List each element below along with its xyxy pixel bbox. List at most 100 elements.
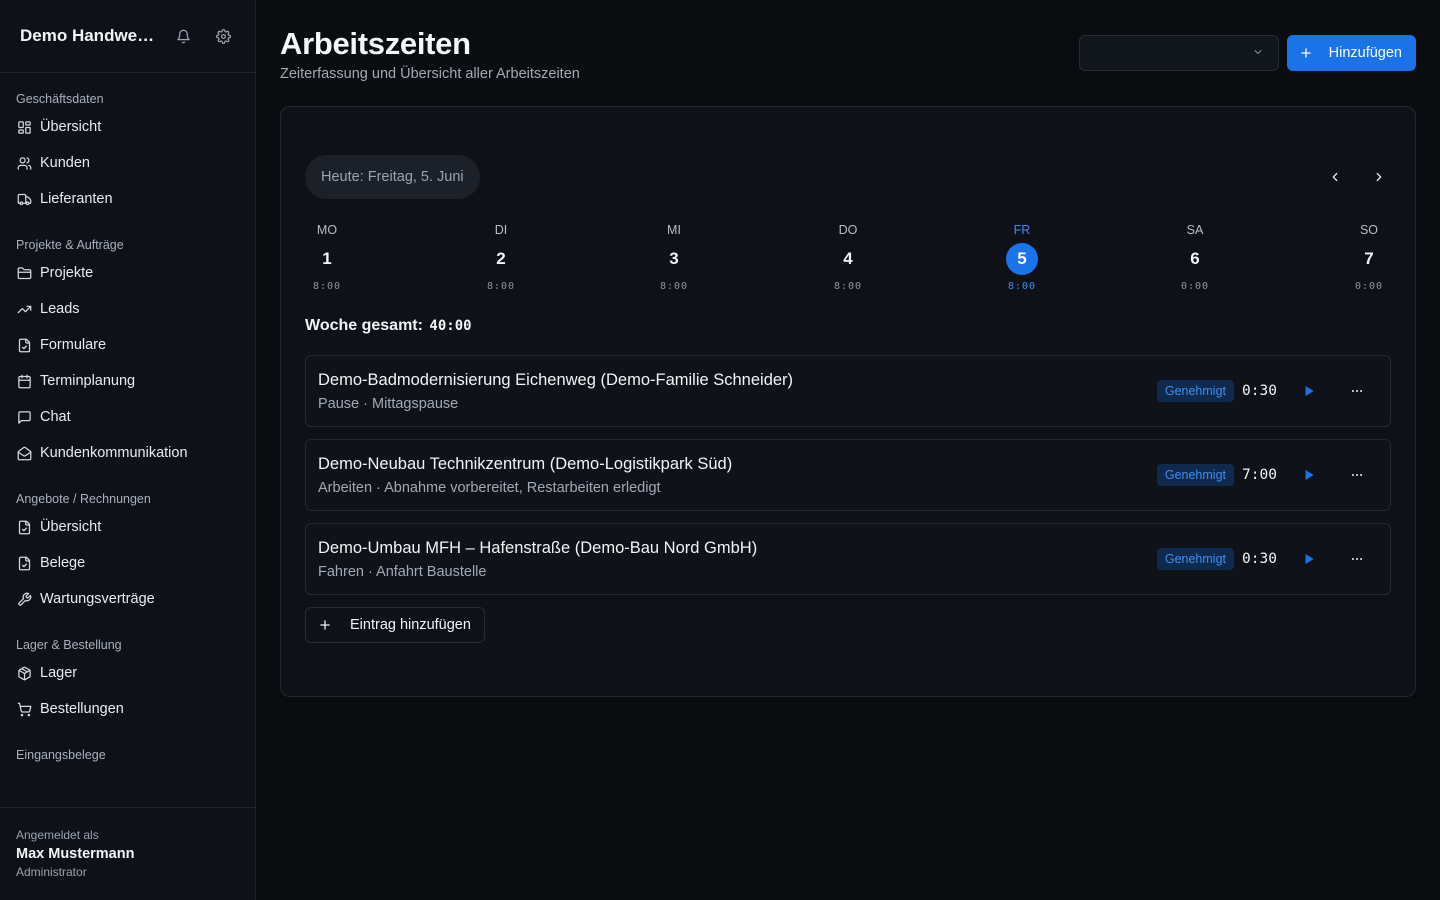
play-icon[interactable] bbox=[1297, 547, 1321, 571]
day-date: 2 bbox=[496, 249, 506, 268]
entry-detail: Fahren · Anfahrt Baustelle bbox=[318, 563, 487, 580]
page-title: Arbeitszeiten bbox=[280, 26, 471, 61]
day-mo[interactable]: MO 1 8:00 bbox=[297, 223, 357, 292]
day-hours: 8:00 bbox=[1007, 281, 1037, 292]
sidebar-group-lager-bestellung: Lager & Bestellung Lager Bestellungen bbox=[0, 635, 255, 727]
day-hours: 8:00 bbox=[312, 281, 342, 292]
day-hours: 0:00 bbox=[1354, 281, 1384, 292]
sidebar-nav: Geschäftsdaten Übersicht Kunden Lieferanten… bbox=[0, 73, 255, 807]
company-name[interactable]: Demo Handwerk GmbH bbox=[20, 26, 156, 46]
cart-icon bbox=[16, 701, 32, 717]
plus-icon bbox=[318, 618, 332, 632]
sidebar-item-lieferanten[interactable]: Lieferanten bbox=[0, 181, 255, 217]
day-so[interactable]: SO 7 0:00 bbox=[1339, 223, 1399, 292]
status-badge: Genehmigt bbox=[1156, 548, 1234, 570]
day-name: SO bbox=[1359, 223, 1379, 237]
sidebar-group-label: Eingangsbelege bbox=[16, 748, 106, 762]
day-hours: 8:00 bbox=[833, 281, 863, 292]
sidebar-item-projekte[interactable]: Projekte bbox=[0, 255, 255, 291]
folder-icon bbox=[16, 265, 32, 281]
file-icon bbox=[16, 519, 32, 535]
sidebar-item-label: Kundenkommunikation bbox=[40, 445, 188, 461]
employee-select[interactable] bbox=[1078, 35, 1279, 71]
day-sa[interactable]: SA 6 0:00 bbox=[1165, 223, 1225, 292]
add-entry-button[interactable]: Eintrag hinzufügen bbox=[305, 607, 485, 643]
sidebar-item-label: Lager bbox=[40, 665, 78, 681]
sidebar-item-label: Formulare bbox=[40, 337, 107, 353]
timesheet-card: Heute: Freitag, 5. Juni MO 1 8:00 DI 2 8:00 MI… bbox=[280, 106, 1416, 697]
day-date: 7 bbox=[1364, 249, 1374, 268]
day-mi[interactable]: MI 3 8:00 bbox=[644, 223, 704, 292]
sidebar-item-kunden[interactable]: Kunden bbox=[0, 145, 255, 181]
bell-icon[interactable] bbox=[172, 24, 195, 48]
sidebar-item-kundenkommunikation[interactable]: Kundenkommunikation bbox=[0, 435, 255, 471]
day-di[interactable]: DI 2 8:00 bbox=[471, 223, 531, 292]
sidebar-group-label: Angebote / Rechnungen bbox=[16, 492, 151, 506]
add-button[interactable]: Hinzufügen bbox=[1286, 35, 1416, 71]
sidebar-item-label: Leads bbox=[40, 301, 80, 317]
sidebar-item-leads[interactable]: Leads bbox=[0, 291, 255, 327]
sidebar-group-label: Lager & Bestellung bbox=[16, 638, 122, 652]
today-button[interactable]: Heute: Freitag, 5. Juni bbox=[305, 155, 480, 199]
truck-icon bbox=[16, 191, 32, 207]
package-icon bbox=[16, 665, 32, 681]
next-week-button[interactable] bbox=[1367, 165, 1391, 189]
dashboard-icon bbox=[16, 119, 32, 135]
more-icon[interactable] bbox=[1345, 379, 1369, 403]
play-icon[interactable] bbox=[1297, 463, 1321, 487]
entry-duration: 0:30 bbox=[1242, 383, 1277, 399]
sidebar-item-terminplanung[interactable]: Terminplanung bbox=[0, 363, 255, 399]
sidebar-item-label: Belege bbox=[40, 555, 86, 571]
time-entry[interactable]: Demo-Umbau MFH – Hafenstraße (Demo-Bau N… bbox=[305, 523, 1391, 595]
day-do[interactable]: DO 4 8:00 bbox=[818, 223, 878, 292]
chevron-right-icon bbox=[1376, 172, 1382, 182]
main-content: Arbeitszeiten Zeiterfassung und Übersich… bbox=[256, 0, 1440, 900]
file-icon bbox=[16, 337, 32, 353]
entry-list: Demo-Badmodernisierung Eichenweg (Demo-F… bbox=[305, 355, 1391, 595]
sidebar-item-label: Terminplanung bbox=[40, 373, 136, 389]
gear-icon[interactable] bbox=[212, 24, 235, 48]
sidebar-group-angebote-rechnungen: Angebote / Rechnungen Übersicht Belege Wart… bbox=[0, 489, 255, 617]
day-name: DO bbox=[838, 223, 858, 237]
day-fr[interactable]: FR 5 8:00 bbox=[992, 223, 1052, 292]
entry-detail: Arbeiten · Abnahme vorbereitet, Restarbe… bbox=[318, 479, 661, 496]
sidebar-item-formulare[interactable]: Formulare bbox=[0, 327, 255, 363]
sidebar-item-ubersicht[interactable]: Übersicht bbox=[0, 509, 255, 545]
sidebar-item-ubersicht[interactable]: Übersicht bbox=[0, 109, 255, 145]
chevron-down-icon bbox=[1252, 45, 1264, 61]
more-icon[interactable] bbox=[1345, 463, 1369, 487]
day-name: MO bbox=[316, 223, 338, 237]
sidebar-item-lager[interactable]: Lager bbox=[0, 655, 255, 691]
day-name: FR bbox=[1013, 223, 1031, 237]
sidebar-item-label: Projekte bbox=[40, 265, 94, 281]
chat-icon bbox=[16, 409, 32, 425]
plus-icon bbox=[1299, 46, 1313, 60]
sidebar-group-label: Projekte & Aufträge bbox=[16, 238, 124, 252]
time-entry[interactable]: Demo-Neubau Technikzentrum (Demo-Logisti… bbox=[305, 439, 1391, 511]
week-total-label: Woche gesamt: bbox=[305, 317, 423, 334]
status-badge: Genehmigt bbox=[1156, 464, 1234, 486]
day-date: 6 bbox=[1190, 249, 1200, 268]
mail-open-icon bbox=[16, 445, 32, 461]
entry-title: Demo-Neubau Technikzentrum (Demo-Logisti… bbox=[318, 454, 733, 473]
more-icon[interactable] bbox=[1345, 547, 1369, 571]
sidebar-item-bestellungen[interactable]: Bestellungen bbox=[0, 691, 255, 727]
sidebar-item-label: Bestellungen bbox=[40, 701, 124, 717]
sidebar-item-wartungsvertrage[interactable]: Wartungsverträge bbox=[0, 581, 255, 617]
day-hours: 8:00 bbox=[486, 281, 516, 292]
sidebar-group-projekte-auftrage: Projekte & Aufträge Projekte Leads Formular… bbox=[0, 235, 255, 471]
previous-week-button[interactable] bbox=[1323, 165, 1347, 189]
play-icon[interactable] bbox=[1297, 379, 1321, 403]
users-icon bbox=[16, 155, 32, 171]
sidebar-group-label: Geschäftsdaten bbox=[16, 92, 104, 106]
sidebar-item-label: Übersicht bbox=[40, 119, 102, 135]
sidebar-item-belege[interactable]: Belege bbox=[0, 545, 255, 581]
day-hours: 8:00 bbox=[659, 281, 689, 292]
sidebar-group-eingangsbelege: Eingangsbelege bbox=[0, 745, 255, 765]
entry-duration: 7:00 bbox=[1242, 467, 1277, 483]
day-date: 1 bbox=[322, 249, 332, 268]
time-entry[interactable]: Demo-Badmodernisierung Eichenweg (Demo-F… bbox=[305, 355, 1391, 427]
calendar-icon bbox=[16, 373, 32, 389]
sidebar-item-chat[interactable]: Chat bbox=[0, 399, 255, 435]
page-header: Arbeitszeiten Zeiterfassung und Übersich… bbox=[280, 24, 1416, 106]
